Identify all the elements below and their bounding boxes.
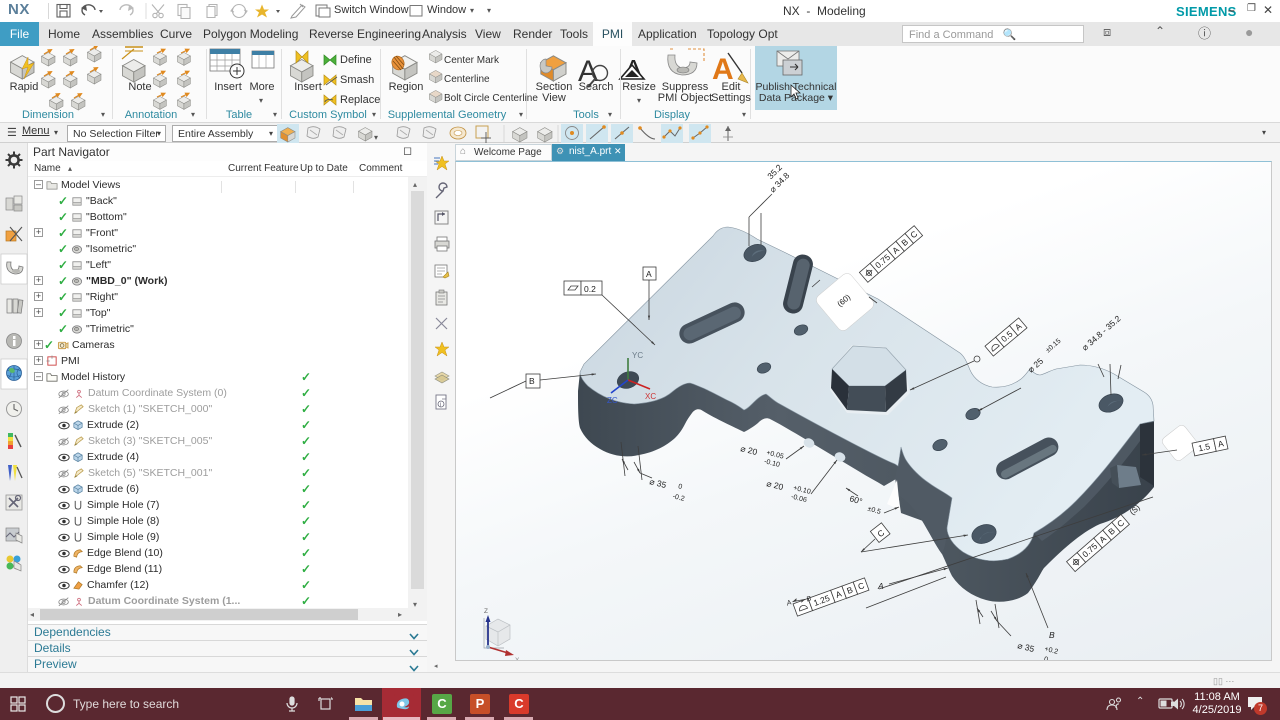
svg-text:A: A <box>646 269 652 279</box>
svg-text:+0.2: +0.2 <box>1044 646 1059 656</box>
svg-text:⌀ 34.8 - 35.2: ⌀ 34.8 - 35.2 <box>1080 313 1123 352</box>
svg-text:0.2: 0.2 <box>584 284 596 294</box>
svg-text:i: i <box>440 403 441 409</box>
svg-text:⌀ 20: ⌀ 20 <box>766 478 785 492</box>
svg-text:⌀ 35: ⌀ 35 <box>649 476 668 490</box>
svg-text:-0.2: -0.2 <box>672 493 686 503</box>
svg-text:1.25: 1.25 <box>812 593 831 608</box>
svg-text:A: A <box>785 599 793 608</box>
svg-text:B: B <box>529 376 535 386</box>
svg-text:⌀ 35: ⌀ 35 <box>1017 640 1036 654</box>
svg-text:XC: XC <box>645 392 656 401</box>
svg-text:Z: Z <box>484 608 488 615</box>
svg-text:A: A <box>877 581 884 591</box>
svg-text:⌀ 25: ⌀ 25 <box>1026 356 1046 375</box>
svg-text:±0.15: ±0.15 <box>1045 338 1063 355</box>
svg-text:ZC: ZC <box>607 396 618 405</box>
svg-text:B: B <box>1049 630 1055 640</box>
svg-text:0: 0 <box>677 483 683 491</box>
svg-text:YC: YC <box>632 351 643 360</box>
svg-text:±0.5: ±0.5 <box>867 506 882 516</box>
svg-text:0: 0 <box>1043 656 1049 660</box>
svg-text:X: X <box>515 657 520 660</box>
svg-text:▾: ▾ <box>374 133 378 142</box>
svg-text:60°: 60° <box>848 493 863 506</box>
svg-text:-0.06: -0.06 <box>790 494 807 505</box>
svg-text:-0.10: -0.10 <box>763 458 780 469</box>
svg-text:⌀ 20: ⌀ 20 <box>740 443 759 457</box>
